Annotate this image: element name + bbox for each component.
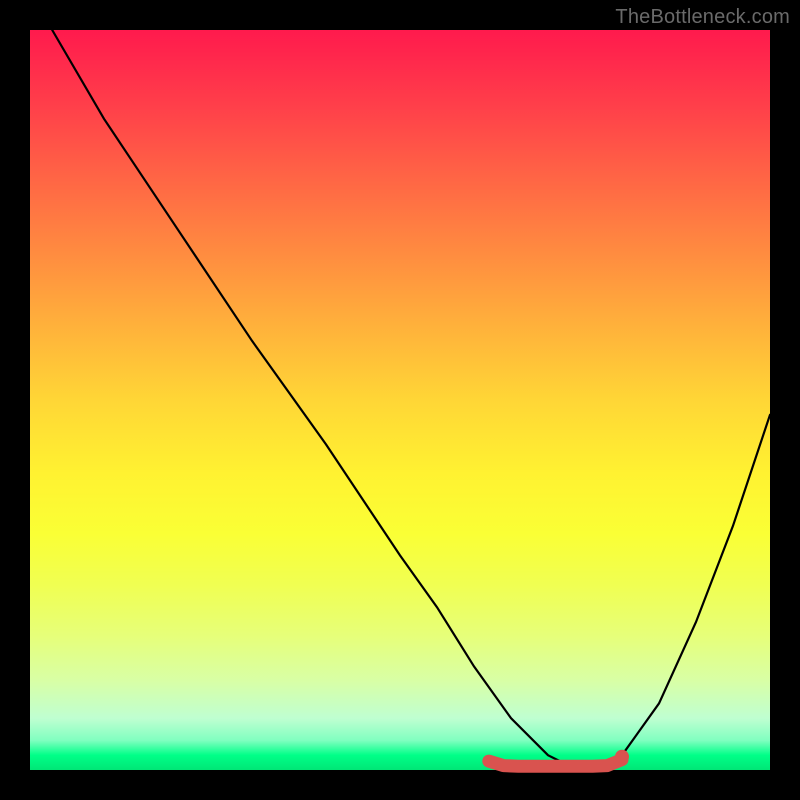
chart-frame: TheBottleneck.com xyxy=(0,0,800,800)
optimal-point-marker xyxy=(615,750,629,764)
bottleneck-curve-line xyxy=(52,30,770,766)
optimal-zone-line xyxy=(489,760,622,767)
watermark-text: TheBottleneck.com xyxy=(615,6,790,29)
chart-plot-area xyxy=(30,30,770,770)
